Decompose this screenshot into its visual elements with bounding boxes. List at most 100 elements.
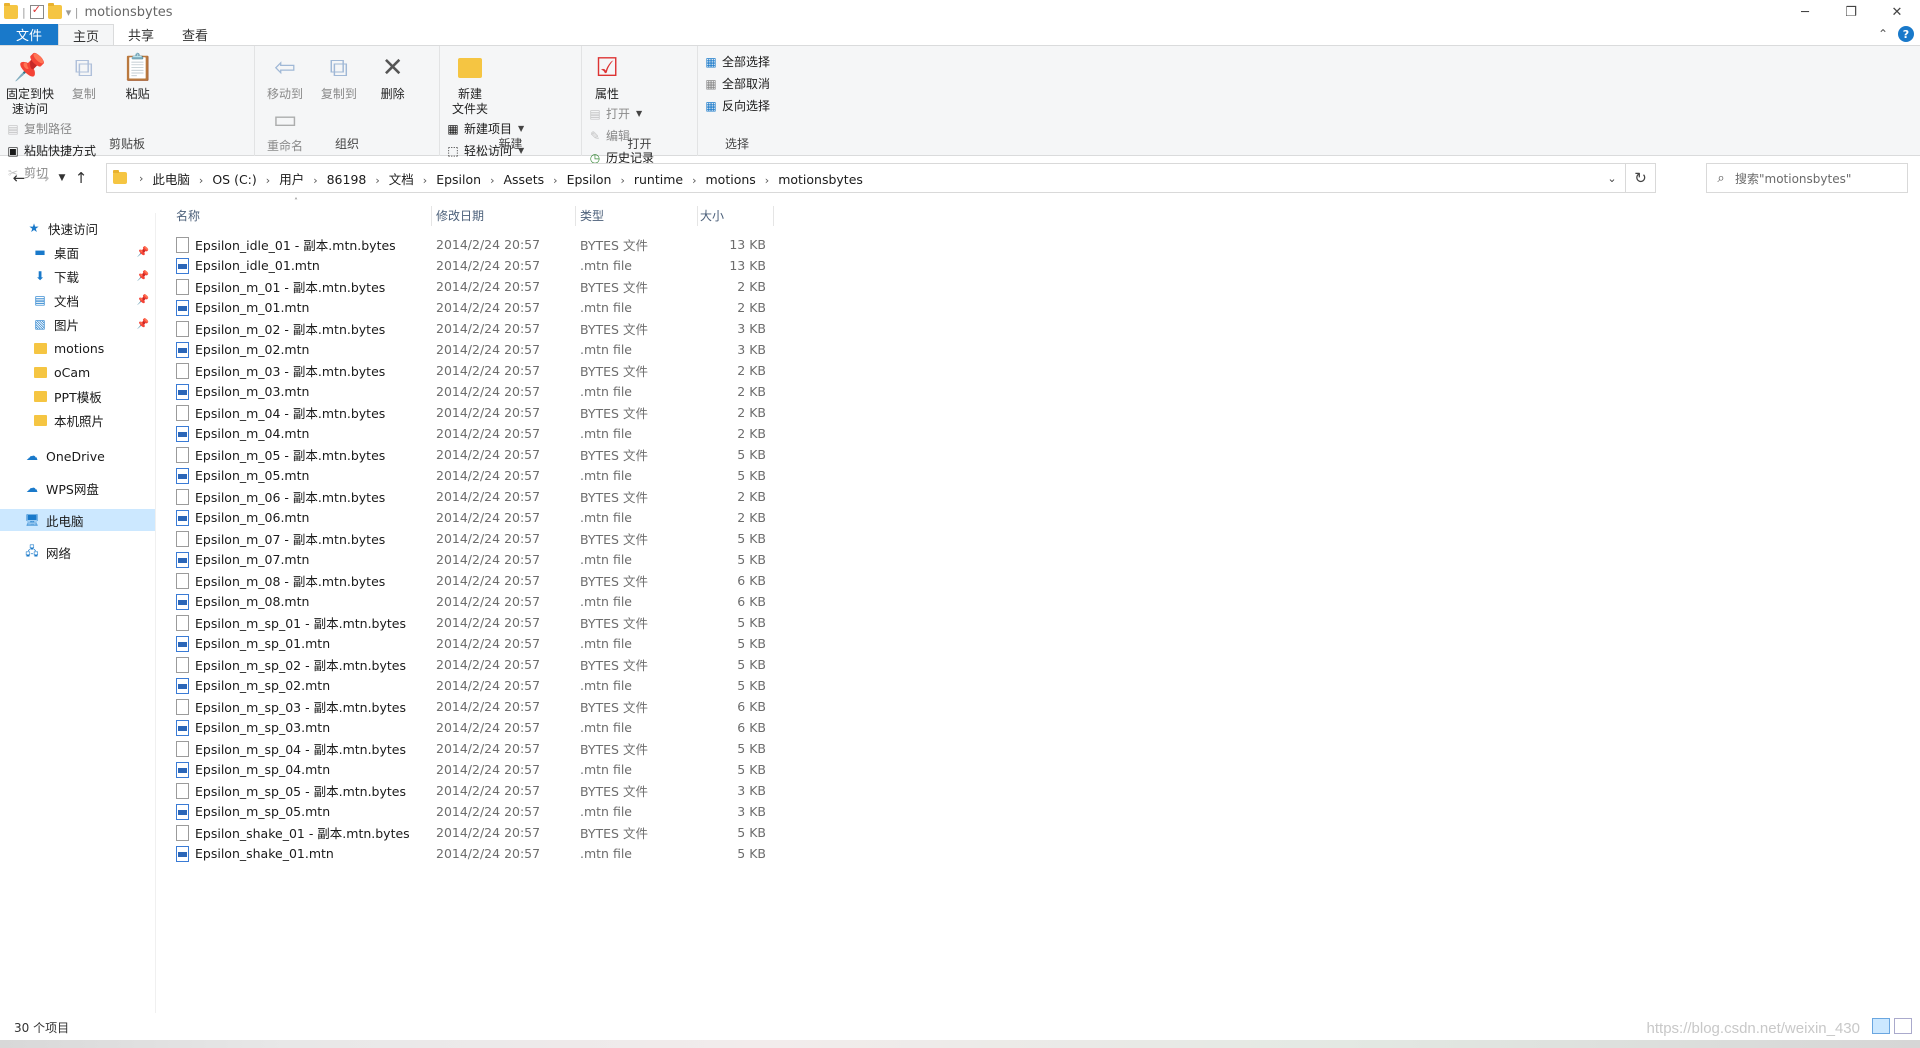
column-header-name[interactable]: 名称 [168,204,432,226]
column-header-type[interactable]: 类型 [576,204,698,226]
sidebar-item[interactable]: ▬ 桌面 📌 [0,241,155,263]
sidebar-item[interactable]: ▤ 文档 📌 [0,289,155,311]
new-folder-button[interactable]: 新建 文件夹 [446,50,494,117]
file-row[interactable]: Epsilon_m_03.mtn 2014/2/24 20:57 .mtn file… [172,381,772,402]
file-row[interactable]: Epsilon_m_05.mtn 2014/2/24 20:57 .mtn file… [172,465,772,486]
file-row[interactable]: Epsilon_m_07 - 副本.mtn.bytes 2014/2/24 20:… [172,528,772,549]
pin-quick-access-button[interactable]: 📌 固定到快 速访问 [6,50,54,117]
file-row[interactable]: Epsilon_m_sp_03 - 副本.mtn.bytes 2014/2/24 … [172,696,772,717]
sidebar-item[interactable]: oCam [0,361,155,383]
tab-file[interactable]: 文件 [0,24,59,45]
chevron-right-icon[interactable]: › [260,174,276,187]
file-row[interactable]: Epsilon_m_07.mtn 2014/2/24 20:57 .mtn file… [172,549,772,570]
back-icon[interactable]: ← [8,169,30,187]
move-to-button[interactable]: ⇦ 移动到 [261,50,309,102]
copy-to-button[interactable]: ⧉ 复制到 [315,50,363,102]
properties-icon[interactable] [29,3,44,19]
file-row[interactable]: Epsilon_shake_01.mtn 2014/2/24 20:57 .mtn … [172,843,772,864]
file-row[interactable]: Epsilon_m_sp_02.mtn 2014/2/24 20:57 .mtn f… [172,675,772,696]
breadcrumb-item[interactable]: runtime [631,172,686,187]
column-header-date[interactable]: 修改日期 [432,204,576,226]
file-row[interactable]: Epsilon_m_sp_04.mtn 2014/2/24 20:57 .mtn f… [172,759,772,780]
file-row[interactable]: Epsilon_m_05 - 副本.mtn.bytes 2014/2/24 20:… [172,444,772,465]
chevron-right-icon[interactable]: › [193,174,209,187]
breadcrumb-item[interactable]: OS (C:) [209,172,259,187]
chevron-right-icon[interactable]: › [484,174,500,187]
delete-button[interactable]: ✕ 删除 [369,50,417,102]
sidebar-item[interactable]: ▧ 图片 📌 [0,313,155,335]
breadcrumb-item[interactable]: 用户 [276,172,307,187]
file-row[interactable]: Epsilon_m_04.mtn 2014/2/24 20:57 .mtn file… [172,423,772,444]
qat-dropdown-icon[interactable]: ▾ | [66,6,79,19]
refresh-icon[interactable]: ↻ [1625,164,1655,192]
file-row[interactable]: Epsilon_m_06.mtn 2014/2/24 20:57 .mtn file… [172,507,772,528]
file-row[interactable]: Epsilon_m_04 - 副本.mtn.bytes 2014/2/24 20:… [172,402,772,423]
file-row[interactable]: Epsilon_m_sp_01 - 副本.mtn.bytes 2014/2/24 … [172,612,772,633]
file-row[interactable]: Epsilon_m_sp_02 - 副本.mtn.bytes 2014/2/24 … [172,654,772,675]
chevron-right-icon[interactable]: › [133,172,149,185]
breadcrumb-item[interactable]: motions [703,172,759,187]
up-icon[interactable]: ↑ [70,169,92,187]
search-box[interactable]: ⌕ 搜索"motionsbytes" [1706,163,1908,193]
chevron-right-icon[interactable]: › [614,174,630,187]
sidebar-item[interactable]: PPT模板 [0,385,155,407]
file-row[interactable]: Epsilon_idle_01.mtn 2014/2/24 20:57 .mtn f… [172,255,772,276]
tab-share[interactable]: 共享 [114,24,168,45]
minimize-icon[interactable]: ─ [1782,0,1828,24]
chevron-right-icon[interactable]: › [686,174,702,187]
file-row[interactable]: Epsilon_shake_01 - 副本.mtn.bytes 2014/2/24… [172,822,772,843]
chevron-right-icon[interactable]: › [547,174,563,187]
nav-quick-access[interactable]: ★ 快速访问 [0,217,155,239]
chevron-right-icon[interactable]: › [759,174,775,187]
breadcrumb-item[interactable]: motionsbytes [775,172,866,187]
help-icon[interactable]: ? [1898,26,1914,42]
breadcrumb-item[interactable]: Epsilon [564,172,615,187]
invert-selection-button[interactable]: ▦ 反向选择 [704,96,770,115]
nav-this-pc[interactable]: 🖥 此电脑 [0,509,155,531]
forward-icon[interactable]: → [32,169,54,187]
properties-button[interactable]: ☑ 属性 [588,50,626,102]
file-row[interactable]: Epsilon_m_01.mtn 2014/2/24 20:57 .mtn file… [172,297,772,318]
address-bar[interactable]: › 此电脑 › OS (C:) › 用户 › 86198 › 文档 › Epsilon › Assets… [106,163,1656,193]
chevron-right-icon[interactable]: › [417,174,433,187]
collapse-ribbon-icon[interactable]: ⌃ [1878,27,1888,41]
details-view-icon[interactable] [1872,1018,1890,1034]
file-row[interactable]: Epsilon_m_02.mtn 2014/2/24 20:57 .mtn file… [172,339,772,360]
file-row[interactable]: Epsilon_m_sp_01.mtn 2014/2/24 20:57 .mtn f… [172,633,772,654]
breadcrumb-item[interactable]: 86198 [324,172,370,187]
restore-icon[interactable]: ❐ [1828,0,1874,24]
file-row[interactable]: Epsilon_m_02 - 副本.mtn.bytes 2014/2/24 20:… [172,318,772,339]
chevron-right-icon[interactable]: › [307,174,323,187]
file-row[interactable]: Epsilon_m_sp_03.mtn 2014/2/24 20:57 .mtn f… [172,717,772,738]
file-row[interactable]: Epsilon_m_sp_05.mtn 2014/2/24 20:57 .mtn f… [172,801,772,822]
copy-button[interactable]: ⧉ 复制 [60,50,108,102]
breadcrumb-item[interactable]: 此电脑 [149,172,193,187]
sidebar-item[interactable]: motions [0,337,155,359]
sidebar-item[interactable]: 本机照片 [0,409,155,431]
file-row[interactable]: Epsilon_m_06 - 副本.mtn.bytes 2014/2/24 20:… [172,486,772,507]
new-folder-icon[interactable] [47,3,62,19]
file-row[interactable]: Epsilon_m_01 - 副本.mtn.bytes 2014/2/24 20:… [172,276,772,297]
sidebar-item[interactable]: ⬇ 下载 📌 [0,265,155,287]
chevron-right-icon[interactable]: › [369,174,385,187]
nav-wps[interactable]: ☁ WPS网盘 [0,477,155,499]
breadcrumb-item[interactable]: Assets [500,172,547,187]
close-icon[interactable]: ✕ [1874,0,1920,24]
file-row[interactable]: Epsilon_m_08.mtn 2014/2/24 20:57 .mtn file… [172,591,772,612]
file-row[interactable]: Epsilon_m_sp_05 - 副本.mtn.bytes 2014/2/24 … [172,780,772,801]
breadcrumb-item[interactable]: 文档 [386,172,417,187]
breadcrumb-item[interactable]: Epsilon [433,172,484,187]
nav-onedrive[interactable]: ☁ OneDrive [0,445,155,467]
nav-network[interactable]: 🖧 网络 [0,541,155,563]
recent-locations-icon[interactable]: ▼ [56,173,68,183]
tab-view[interactable]: 查看 [168,24,222,45]
tab-home[interactable]: 主页 [58,24,115,45]
file-row[interactable]: Epsilon_m_08 - 副本.mtn.bytes 2014/2/24 20:… [172,570,772,591]
open-button[interactable]: ▤ 打开 ▼ [588,104,654,123]
file-row[interactable]: Epsilon_m_sp_04 - 副本.mtn.bytes 2014/2/24 … [172,738,772,759]
large-icons-view-icon[interactable] [1894,1018,1912,1034]
file-row[interactable]: Epsilon_m_03 - 副本.mtn.bytes 2014/2/24 20:… [172,360,772,381]
file-row[interactable]: Epsilon_idle_01 - 副本.mtn.bytes 2014/2/24 … [172,234,772,255]
paste-button[interactable]: 📋 粘贴 [114,50,162,102]
select-all-button[interactable]: ▦ 全部选择 [704,52,770,71]
